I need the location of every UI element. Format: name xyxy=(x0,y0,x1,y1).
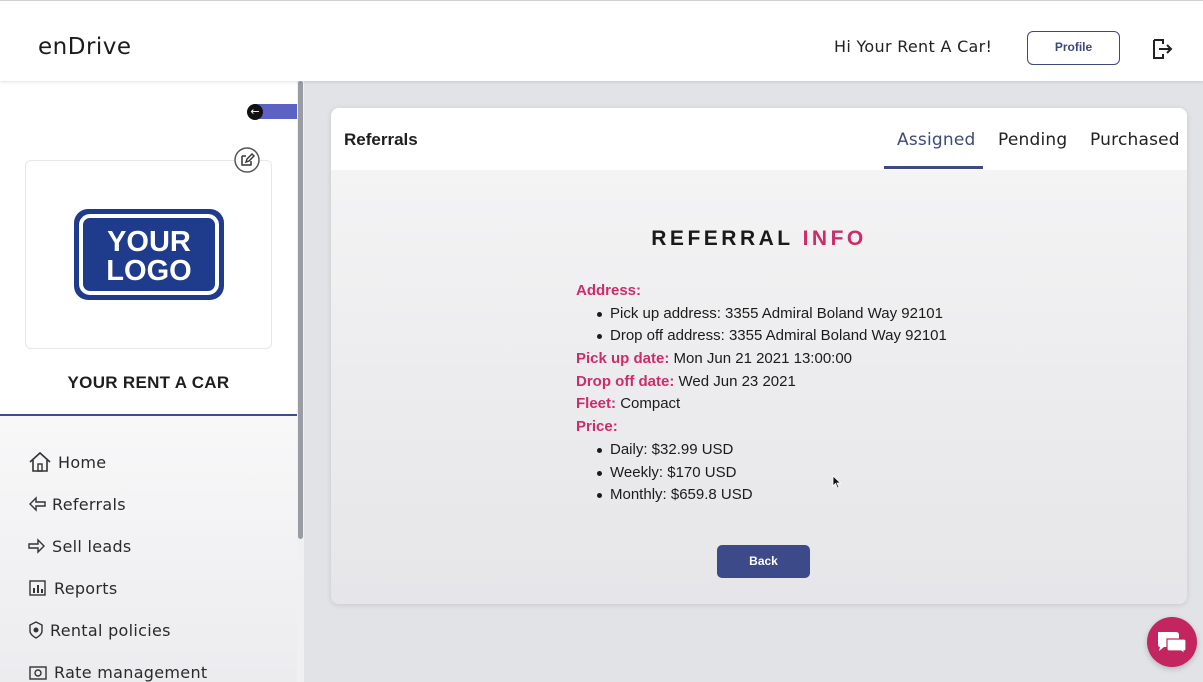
tab-assigned[interactable]: Assigned xyxy=(897,130,975,150)
chat-button[interactable] xyxy=(1147,617,1197,667)
brand-logo[interactable]: enDrive xyxy=(38,34,132,60)
greeting-text: Hi Your Rent A Car! xyxy=(834,37,993,56)
sidebar-nav: Home Referrals Sell leads Reports Rental… xyxy=(0,416,297,682)
price-monthly: Monthly: $659.8 USD xyxy=(576,484,996,507)
company-logo-card: YOUR LOGO xyxy=(25,160,272,349)
bar-chart-icon xyxy=(29,580,46,596)
active-tab-indicator xyxy=(884,166,983,169)
chat-icon xyxy=(1158,632,1187,656)
company-logo: YOUR LOGO xyxy=(74,209,224,300)
shield-icon xyxy=(29,621,43,639)
referral-info-card: Referrals Assigned Pending Purchased REF… xyxy=(331,108,1187,604)
sidebar: ← YOUR LOGO YOUR RENT A CAR Home Referra… xyxy=(0,81,304,682)
home-icon xyxy=(29,451,51,472)
page-title: Referrals xyxy=(344,130,418,149)
edit-logo-icon[interactable] xyxy=(234,147,260,173)
referral-details: Address: Pick up address: 3355 Admiral B… xyxy=(576,280,996,507)
sidebar-item-label: Rental policies xyxy=(50,620,171,640)
sidebar-item-reports[interactable]: Reports xyxy=(28,576,117,600)
sidebar-scrollbar[interactable] xyxy=(297,81,304,682)
sidebar-item-referrals[interactable]: Referrals xyxy=(28,492,126,516)
dropoff-date-value: Wed Jun 23 2021 xyxy=(678,372,796,390)
price-weekly: Weekly: $170 USD xyxy=(576,462,996,485)
sidebar-item-rental-policies[interactable]: Rental policies xyxy=(28,618,171,642)
section-heading: REFERRAL INFO xyxy=(331,227,1187,251)
address-label: Address: xyxy=(576,282,642,299)
cash-icon xyxy=(29,666,47,680)
profile-button[interactable]: Profile xyxy=(1027,31,1120,65)
tab-pending[interactable]: Pending xyxy=(998,130,1067,150)
dropoff-address: Drop off address: 3355 Admiral Boland Wa… xyxy=(576,325,996,348)
sidebar-item-label: Sell leads xyxy=(52,536,132,556)
pickup-date-label: Pick up date: xyxy=(576,350,670,368)
mouse-cursor-icon xyxy=(832,475,842,489)
company-name: YOUR RENT A CAR xyxy=(67,373,230,392)
back-button[interactable]: Back xyxy=(717,545,810,578)
sidebar-item-label: Referrals xyxy=(52,494,126,514)
sidebar-item-label: Home xyxy=(58,452,107,472)
logo-text-line2: LOGO xyxy=(106,255,191,287)
sidebar-item-sell-leads[interactable]: Sell leads xyxy=(28,534,132,558)
heading-main: REFERRAL xyxy=(651,227,794,250)
pickup-date-value: Mon Jun 21 2021 13:00:00 xyxy=(673,350,853,368)
logo-text-line1: YOUR xyxy=(107,226,191,258)
arrow-right-icon xyxy=(28,538,45,554)
card-header: Referrals Assigned Pending Purchased xyxy=(331,108,1187,170)
pickup-address: Pick up address: 3355 Admiral Boland Way… xyxy=(576,303,996,326)
sidebar-item-home[interactable]: Home xyxy=(28,450,106,474)
price-daily: Daily: $32.99 USD xyxy=(576,439,996,462)
price-label: Price: xyxy=(576,418,618,436)
sidebar-item-rate-management[interactable]: Rate management xyxy=(28,660,207,682)
sidebar-item-label: Rate management xyxy=(54,662,208,682)
arrow-left-icon xyxy=(29,496,46,512)
collapse-sidebar-icon[interactable]: ← xyxy=(247,104,263,120)
dropoff-date-label: Drop off date: xyxy=(576,372,675,390)
logout-icon[interactable] xyxy=(1150,37,1174,61)
sidebar-item-label: Reports xyxy=(54,578,118,598)
fleet-value: Compact xyxy=(620,395,681,413)
top-header: enDrive Hi Your Rent A Car! Profile xyxy=(0,0,1203,81)
scrollbar-thumb[interactable] xyxy=(298,81,303,539)
heading-accent: INFO xyxy=(802,227,867,250)
fleet-label: Fleet: xyxy=(576,395,617,413)
tab-purchased[interactable]: Purchased xyxy=(1090,130,1180,150)
